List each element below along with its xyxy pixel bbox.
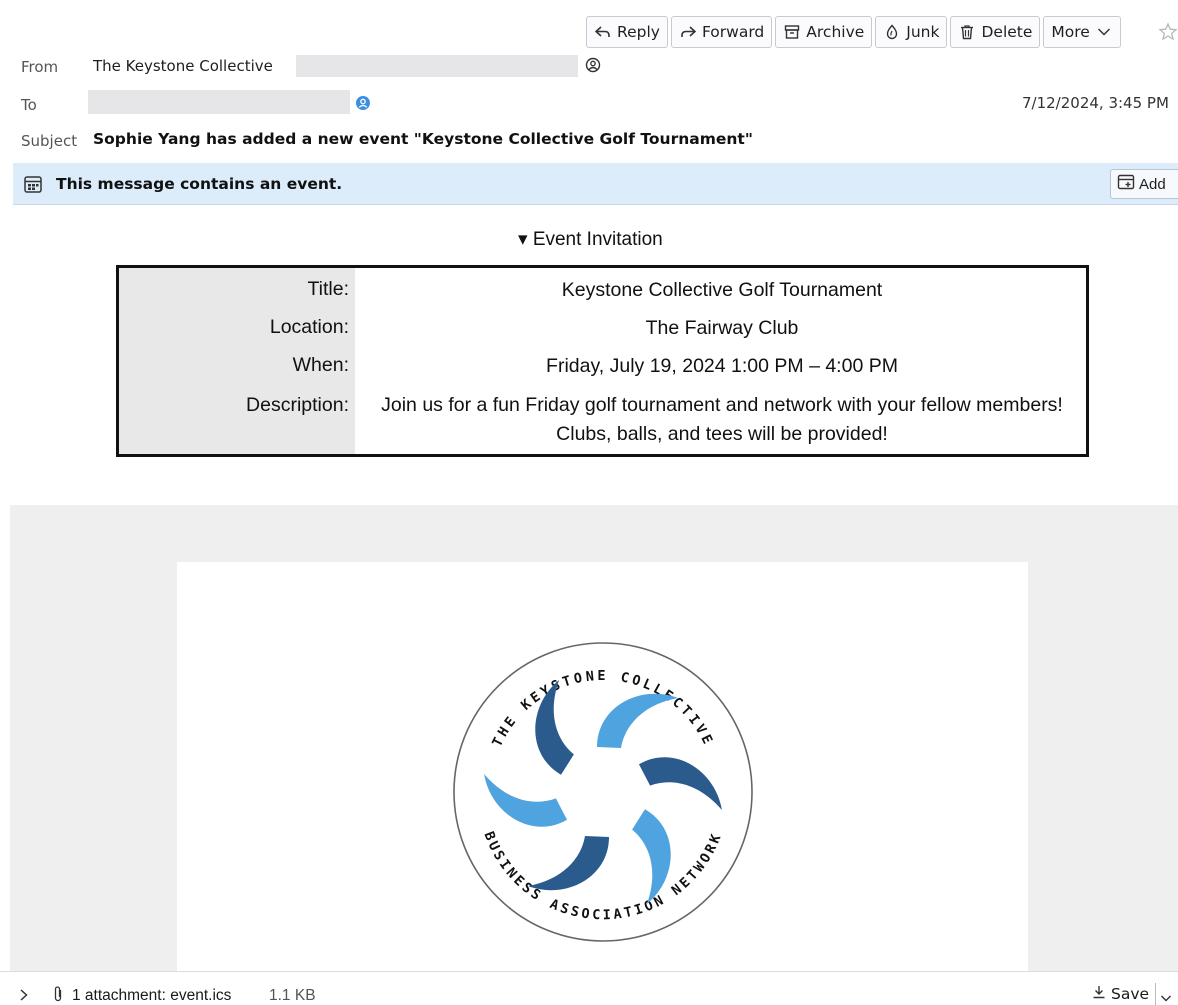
event-location: The Fairway Club: [645, 317, 799, 339]
message-subject: Sophie Yang has added a new event "Keyst…: [93, 130, 753, 148]
description-label: Description:: [246, 394, 349, 416]
message-toolbar: Reply Forward Archive Junk Delete More: [586, 16, 1121, 48]
forward-button[interactable]: Forward: [670, 16, 773, 48]
event-notification-text: This message contains an event.: [56, 175, 343, 193]
delete-button[interactable]: Delete: [950, 16, 1041, 48]
calendar-add-icon: [1117, 173, 1135, 195]
event-title: Keystone Collective Golf Tournament: [561, 279, 883, 301]
from-label: From: [21, 58, 59, 76]
more-button[interactable]: More: [1043, 16, 1121, 48]
junk-icon: [883, 23, 901, 41]
to-label: To: [21, 96, 37, 114]
message-date: 7/12/2024, 3:45 PM: [1022, 94, 1169, 112]
attachment-summary[interactable]: 1 attachment: event.ics: [72, 987, 231, 1005]
junk-button[interactable]: Junk: [875, 16, 948, 48]
when-label: When:: [292, 354, 349, 376]
download-icon: [1092, 985, 1106, 1003]
forward-icon: [679, 23, 697, 41]
archive-icon: [783, 23, 801, 41]
event-notification-bar: This message contains an event. Add: [13, 163, 1178, 205]
paperclip-icon: [52, 985, 64, 1005]
save-split-divider: [1155, 983, 1156, 1005]
event-description: Join us for a fun Friday golf tournament…: [381, 394, 1063, 445]
star-icon[interactable]: [1158, 22, 1178, 42]
location-label: Location:: [269, 316, 349, 338]
trash-icon: [958, 23, 976, 41]
attachment-size: 1.1 KB: [269, 987, 316, 1004]
redacted-recipient: [88, 90, 350, 114]
event-when: Friday, July 19, 2024 1:00 PM – 4:00 PM: [546, 355, 898, 377]
contact-icon[interactable]: [585, 57, 601, 77]
archive-button[interactable]: Archive: [775, 16, 873, 48]
redacted-sender-address: [296, 55, 578, 77]
reply-button[interactable]: Reply: [586, 16, 668, 48]
chevron-right-icon[interactable]: [19, 987, 29, 1005]
subject-label: Subject: [21, 132, 78, 150]
save-options-chevron-icon[interactable]: [1160, 988, 1172, 1005]
message-header: Reply Forward Archive Junk Delete More F…: [0, 0, 1178, 210]
reply-icon: [594, 23, 612, 41]
event-details-table: Title: Keystone Collective Golf Tourname…: [116, 265, 1089, 457]
keystone-collective-logo: THE KEYSTONE COLLECTIVE BUSINESS ASSOCIA…: [453, 642, 753, 942]
contact-added-icon[interactable]: [355, 95, 371, 115]
sender-name[interactable]: The Keystone Collective: [93, 57, 273, 75]
event-invitation-heading[interactable]: ▾ Event Invitation: [518, 228, 663, 251]
calendar-icon: [23, 174, 43, 198]
save-attachment-button[interactable]: Save: [1092, 985, 1149, 1003]
attachment-bar: 1 attachment: event.ics 1.1 KB Save: [0, 971, 1178, 1005]
add-event-button[interactable]: Add: [1110, 169, 1178, 199]
title-label: Title:: [307, 278, 349, 300]
chevron-down-icon: [1095, 23, 1113, 41]
